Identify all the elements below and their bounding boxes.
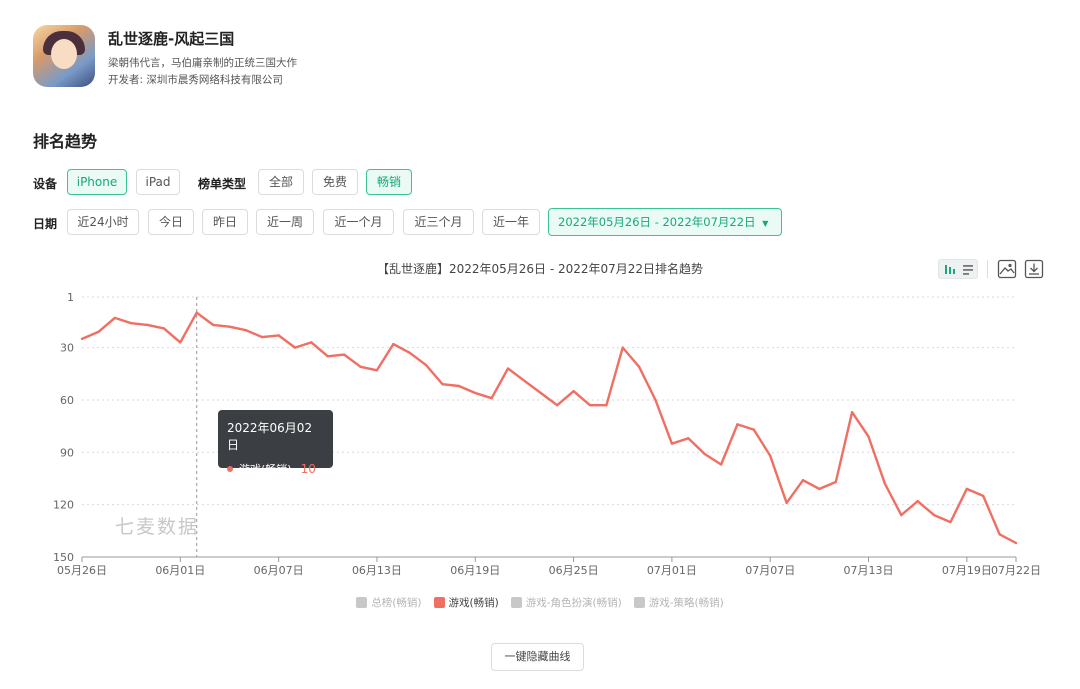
- data-point[interactable]: [457, 384, 461, 388]
- data-point[interactable]: [932, 513, 936, 517]
- legend-item-games[interactable]: 游戏(畅销): [433, 595, 499, 610]
- tooltip-value: 10: [300, 462, 316, 476]
- legend-item-overall[interactable]: 总榜(畅销): [356, 595, 422, 610]
- chart-tooltip: 2022年06月02日 游戏(畅销) 10: [218, 410, 333, 476]
- data-point[interactable]: [588, 403, 592, 407]
- y-tick-label: 60: [60, 394, 74, 407]
- watermark: 七麦数据: [115, 516, 200, 538]
- data-point[interactable]: [949, 520, 952, 524]
- hide-curves-button[interactable]: 一键隐藏曲线: [491, 643, 584, 671]
- data-point[interactable]: [867, 435, 870, 438]
- x-tick-label: 06月01日: [155, 564, 205, 577]
- data-point[interactable]: [506, 367, 510, 370]
- data-point[interactable]: [441, 383, 444, 386]
- data-point[interactable]: [982, 494, 985, 498]
- x-tick-label: 06月13日: [352, 564, 402, 577]
- y-tick-label: 1: [67, 291, 74, 304]
- x-tick-label: 05月26日: [57, 564, 107, 577]
- data-point[interactable]: [392, 342, 395, 346]
- data-point[interactable]: [408, 351, 411, 355]
- x-tick-label: 07月22日: [991, 564, 1041, 577]
- data-point[interactable]: [113, 316, 116, 320]
- data-point[interactable]: [277, 334, 280, 337]
- x-tick-label: 06月19日: [450, 564, 500, 577]
- tooltip-series-name: 游戏(畅销): [239, 463, 292, 476]
- data-point[interactable]: [834, 480, 837, 484]
- legend-label: 游戏(畅销): [448, 597, 499, 609]
- data-point[interactable]: [211, 323, 215, 327]
- data-point[interactable]: [375, 369, 379, 372]
- data-point[interactable]: [195, 311, 198, 314]
- data-point[interactable]: [605, 403, 608, 407]
- chart-legend: 总榜(畅销) 游戏(畅销) 游戏-角色扮演(畅销) 游戏-策略(畅销): [0, 595, 1080, 610]
- data-point[interactable]: [719, 463, 723, 466]
- data-point[interactable]: [359, 365, 362, 368]
- data-point[interactable]: [637, 365, 641, 368]
- x-tick-label: 07月01日: [647, 564, 697, 577]
- x-tick-label: 06月25日: [549, 564, 599, 577]
- data-point[interactable]: [572, 390, 575, 393]
- legend-swatch: [510, 597, 522, 608]
- rank-trend-chart[interactable]: 1 30 60 90 120 15005月26日 06月01日 06月07日 06月13日 06月…: [0, 0, 1080, 689]
- data-point[interactable]: [146, 323, 149, 327]
- legend-label: 游戏-角色扮演(畅销): [525, 597, 622, 609]
- data-point[interactable]: [703, 452, 706, 456]
- data-point[interactable]: [785, 501, 788, 505]
- data-point[interactable]: [293, 346, 297, 349]
- data-point[interactable]: [129, 321, 133, 325]
- data-point[interactable]: [670, 442, 674, 445]
- data-point[interactable]: [818, 487, 821, 491]
- data-point[interactable]: [97, 330, 100, 334]
- data-point[interactable]: [261, 335, 264, 339]
- tooltip-series-dot: [227, 466, 233, 472]
- y-tick-label: 150: [53, 551, 74, 564]
- data-point[interactable]: [883, 482, 887, 485]
- tooltip-date: 2022年06月02日: [227, 421, 313, 452]
- legend-swatch: [433, 597, 445, 608]
- data-point[interactable]: [162, 327, 166, 330]
- data-point[interactable]: [228, 325, 231, 328]
- data-point[interactable]: [179, 341, 182, 344]
- data-point[interactable]: [850, 410, 854, 414]
- data-point[interactable]: [342, 353, 346, 356]
- data-point[interactable]: [490, 397, 493, 400]
- data-point[interactable]: [752, 428, 756, 431]
- legend-label: 游戏-策略(畅销): [648, 597, 724, 609]
- y-tick-label: 30: [60, 342, 74, 355]
- y-tick-label: 90: [60, 446, 74, 459]
- data-point[interactable]: [687, 437, 690, 440]
- legend-item-strategy[interactable]: 游戏-策略(畅销): [633, 595, 724, 610]
- data-point[interactable]: [998, 533, 1001, 536]
- data-point[interactable]: [539, 391, 543, 395]
- legend-label: 总榜(畅销): [371, 597, 422, 609]
- data-point[interactable]: [555, 403, 559, 407]
- legend-swatch: [356, 597, 368, 608]
- data-point[interactable]: [310, 341, 313, 344]
- data-point[interactable]: [965, 487, 969, 491]
- data-point[interactable]: [523, 379, 526, 382]
- data-point[interactable]: [621, 346, 624, 349]
- data-point[interactable]: [1014, 541, 1018, 545]
- legend-item-rpg[interactable]: 游戏-角色扮演(畅销): [510, 595, 622, 610]
- data-point[interactable]: [916, 499, 919, 503]
- y-tick-label: 120: [53, 499, 74, 512]
- data-point[interactable]: [474, 391, 477, 395]
- data-point[interactable]: [80, 337, 84, 341]
- data-point[interactable]: [736, 423, 739, 426]
- data-point[interactable]: [424, 363, 428, 367]
- data-point[interactable]: [769, 454, 772, 457]
- data-point[interactable]: [900, 513, 903, 517]
- x-tick-label: 07月13日: [844, 564, 894, 577]
- legend-swatch: [633, 597, 645, 608]
- data-point[interactable]: [654, 398, 657, 402]
- data-point[interactable]: [801, 479, 805, 482]
- x-tick-label: 07月07日: [745, 564, 795, 577]
- x-tick-label: 06月07日: [254, 564, 304, 577]
- x-tick-label: 07月19日: [942, 564, 992, 577]
- data-point[interactable]: [244, 328, 248, 332]
- data-point[interactable]: [326, 355, 329, 358]
